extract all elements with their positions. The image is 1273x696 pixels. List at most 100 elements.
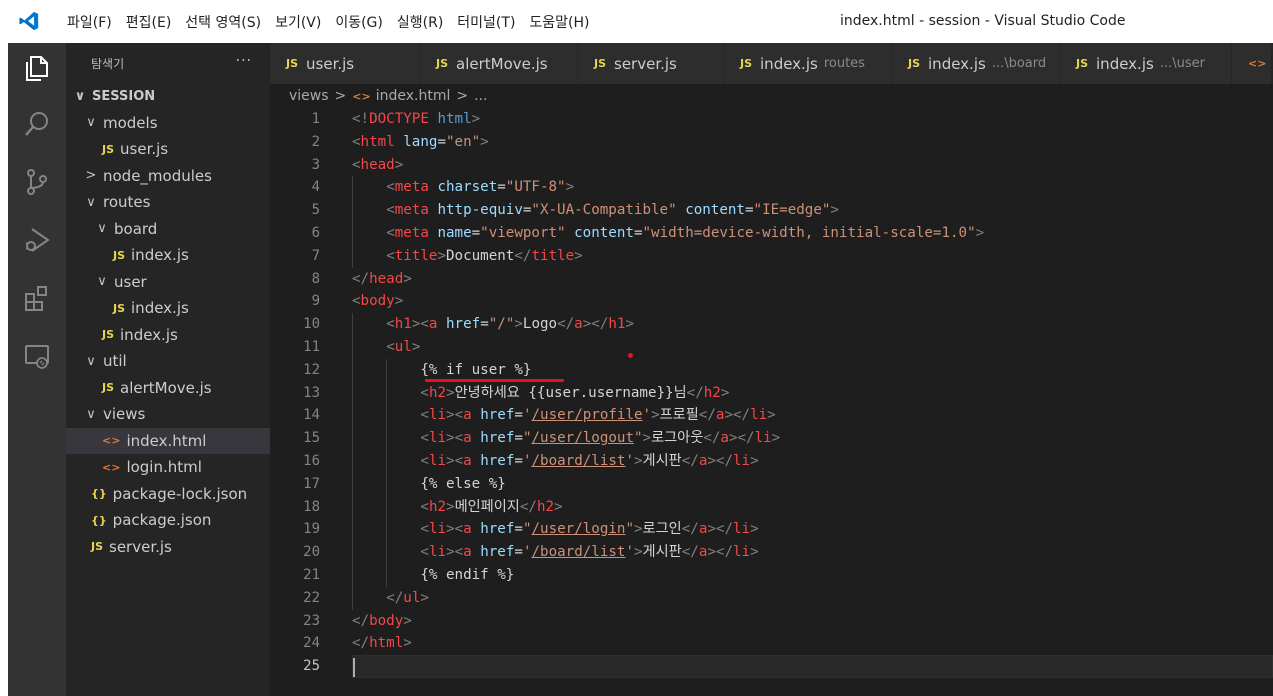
code-line[interactable]: <head> xyxy=(352,154,1273,177)
code-token: h2 xyxy=(703,384,721,401)
tree-file[interactable]: JS alertMove.js xyxy=(66,375,270,401)
code-line[interactable]: <li><a href="/user/login">로그인</a></li> xyxy=(352,518,1273,542)
code-token: 게시판 xyxy=(642,452,682,469)
code-line[interactable]: <meta charset="UTF-8"> xyxy=(352,176,1273,200)
tree-item-label: package.json xyxy=(112,511,212,529)
code-line[interactable]: <h2>안녕하세요 {{user.username}}님</h2> xyxy=(352,381,1273,405)
extensions-icon[interactable] xyxy=(18,279,56,317)
code-line[interactable]: <li><a href="/user/logout">로그아웃</a></li> xyxy=(352,427,1273,450)
editor-tab[interactable]: JS index.js routes xyxy=(724,43,892,84)
explorer-header: 탐색기 ··· xyxy=(66,43,270,83)
code-token: < xyxy=(454,430,464,447)
files-icon[interactable] xyxy=(18,49,56,87)
menu-item[interactable]: 도움말(H) xyxy=(522,12,596,32)
tree-file[interactable]: JS server.js xyxy=(66,534,270,560)
editor-tab-overflow[interactable]: <> xyxy=(1232,43,1272,84)
code-token: meta xyxy=(394,224,429,241)
menu-item[interactable]: 보기(V) xyxy=(268,12,328,32)
tree-file[interactable]: <> index.html xyxy=(66,427,270,454)
tree-file[interactable]: JS user.js xyxy=(66,136,270,162)
vscode-window: 파일(F) 편집(E) 선택 영역(S) 보기(V) 이동(G) 실행(R) 터미널(T) 도… xyxy=(8,0,1273,696)
code-line[interactable]: <!DOCTYPE html> xyxy=(352,108,1273,131)
menu-item[interactable]: 터미널(T) xyxy=(450,12,522,32)
code-token: /board/list xyxy=(531,544,626,561)
menu-item[interactable]: 파일(F) xyxy=(60,12,119,32)
tree-root-session[interactable]: ∨ SESSION xyxy=(66,83,270,109)
chevron-down-icon: ∨ xyxy=(74,88,86,104)
code-line[interactable]: </html> xyxy=(352,632,1273,655)
code-line[interactable]: <title>Document</title> xyxy=(352,244,1273,268)
tree-file[interactable]: JS index.js xyxy=(66,242,270,268)
code-token: = xyxy=(471,224,481,241)
code-line[interactable]: <html lang="en"> xyxy=(352,131,1273,154)
code-token: ' xyxy=(642,407,652,424)
code-token: href xyxy=(480,452,515,469)
code-line[interactable]: </ul> xyxy=(352,586,1273,610)
tree-file[interactable]: JS index.js xyxy=(66,322,270,348)
tree-folder[interactable]: ∨ user xyxy=(66,269,270,295)
code-token: </ xyxy=(715,521,733,538)
code-area[interactable]: <!DOCTYPE html> <html lang="en"> <head> <me… xyxy=(352,108,1273,678)
code-token: h1 xyxy=(394,316,412,333)
code-line[interactable]: </head> xyxy=(352,268,1273,291)
breadcrumb-file[interactable]: index.html xyxy=(376,88,451,104)
indent-guide xyxy=(352,244,353,268)
code-token: 메인페이지 xyxy=(454,498,520,515)
tree-file[interactable]: {} package.json xyxy=(66,507,270,533)
tree-file[interactable]: JS index.js xyxy=(66,295,270,321)
code-line[interactable]: <li><a href='/board/list'>게시판</a></li> xyxy=(352,449,1273,473)
code-line[interactable]: <h1><a href="/">Logo</a></h1> xyxy=(352,313,1273,336)
editor-tab[interactable]: JS server.js xyxy=(578,43,724,84)
tree-folder[interactable]: ∨ views xyxy=(66,401,270,427)
code-line[interactable]: <ul> xyxy=(352,335,1273,359)
code-line[interactable]: <meta http-equiv = "X-UA-Compatible" conte… xyxy=(352,199,1273,222)
editor-tab[interactable]: JS user.js xyxy=(270,43,420,84)
code-line[interactable]: <meta name="viewport" content="width=dev… xyxy=(352,221,1273,245)
code-token: h2 xyxy=(428,384,447,401)
tree-folder[interactable]: ∨ routes xyxy=(66,189,270,215)
source-control-icon[interactable] xyxy=(18,163,56,201)
breadcrumb-folder[interactable]: views xyxy=(289,88,329,104)
code-token: </ xyxy=(686,384,704,401)
code-token: a xyxy=(463,430,472,447)
tree-item-label: index.js xyxy=(120,325,178,344)
more-actions-icon[interactable]: ··· xyxy=(236,53,252,69)
indent-guide xyxy=(352,541,353,564)
menu-item[interactable]: 이동(G) xyxy=(328,12,390,32)
code-line[interactable]: </body> xyxy=(352,610,1273,633)
tree-file[interactable]: <> login.html xyxy=(66,454,270,480)
menu-item[interactable]: 편집(E) xyxy=(119,12,179,32)
code-token: </ xyxy=(715,544,733,561)
tree-folder[interactable]: ∨ util xyxy=(66,348,270,374)
tree-folder[interactable]: > node_modules xyxy=(66,163,270,189)
code-line[interactable] xyxy=(352,655,1273,678)
code-line[interactable]: <li><a href='/board/list'>게시판</a></li> xyxy=(352,541,1273,564)
code-token: < xyxy=(420,316,429,333)
explorer-title: 탐색기 xyxy=(91,56,125,71)
code-line[interactable]: <h2>메인페이지</h2> xyxy=(352,495,1273,519)
tree-file[interactable]: {} package-lock.json xyxy=(66,481,270,507)
menu-item[interactable]: 선택 영역(S) xyxy=(178,12,268,32)
editor-tab[interactable]: JS alertMove.js xyxy=(420,43,578,84)
search-icon[interactable] xyxy=(18,105,56,143)
code-token: > xyxy=(975,224,985,241)
tab-label: alertMove.js xyxy=(456,54,548,73)
js-file-icon: JS xyxy=(102,328,115,341)
tree-folder[interactable]: ∨ models xyxy=(66,110,270,136)
editor-tab[interactable]: JS index.js ...\user xyxy=(1060,43,1232,84)
code-line[interactable]: {% endif %} xyxy=(352,563,1273,587)
code-line[interactable]: {% else %} xyxy=(352,472,1273,496)
code-line[interactable]: <li><a href='/user/profile'>프로필</a></li> xyxy=(352,404,1273,428)
tree-folder[interactable]: ∨ board xyxy=(66,216,270,242)
code-token: > xyxy=(446,498,455,515)
breadcrumb-rest[interactable]: ... xyxy=(474,88,487,104)
code-line[interactable]: <body> xyxy=(352,290,1273,313)
remote-explorer-icon[interactable] xyxy=(18,337,56,375)
run-debug-icon[interactable] xyxy=(18,221,56,259)
editor-tab[interactable]: JS index.js ...\board xyxy=(892,43,1060,84)
code-editor[interactable]: 1 2 3 4 5 6 7 8 9 10 11 12 13 14 15 16 17 18 19 20 21 22 23 24 2… xyxy=(270,108,1273,696)
code-token: = xyxy=(514,407,523,424)
menu-item[interactable]: 실행(R) xyxy=(390,12,450,32)
